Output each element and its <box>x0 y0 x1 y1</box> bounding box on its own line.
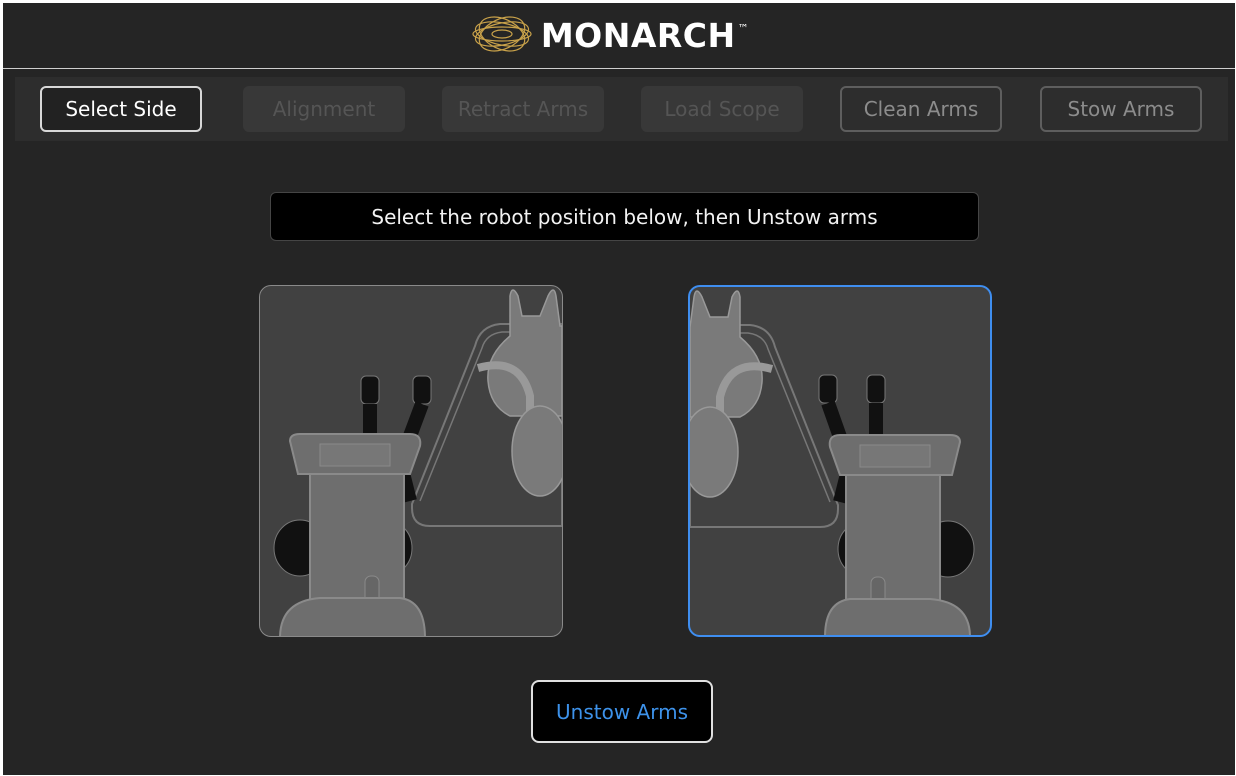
app-window: MONARCH ™ Select Side Alignment Retract A… <box>3 3 1235 775</box>
monarch-logo-icon <box>471 13 533 59</box>
step-alignment-button[interactable]: Alignment <box>243 86 405 132</box>
trademark-symbol: ™ <box>737 22 750 35</box>
step-clean-arms-button[interactable]: Clean Arms <box>840 86 1002 132</box>
robot-position-left-option[interactable] <box>259 285 563 637</box>
step-select-side-button[interactable]: Select Side <box>40 86 202 132</box>
robot-cart-right-of-table-icon <box>690 290 975 635</box>
brand-name: MONARCH ™ <box>540 16 750 55</box>
unstow-arms-button[interactable]: Unstow Arms <box>531 680 713 743</box>
header: MONARCH ™ <box>3 3 1235 69</box>
step-stow-arms-button[interactable]: Stow Arms <box>1040 86 1202 132</box>
robot-cart-left-of-table-icon <box>273 289 562 636</box>
instruction-banner: Select the robot position below, then Un… <box>270 192 979 241</box>
step-retract-arms-button[interactable]: Retract Arms <box>442 86 604 132</box>
robot-position-right-option[interactable] <box>688 285 992 637</box>
brand-logo: MONARCH ™ <box>471 13 749 59</box>
workflow-step-bar: Select Side Alignment Retract Arms Load … <box>15 77 1228 141</box>
step-load-scope-button[interactable]: Load Scope <box>641 86 803 132</box>
